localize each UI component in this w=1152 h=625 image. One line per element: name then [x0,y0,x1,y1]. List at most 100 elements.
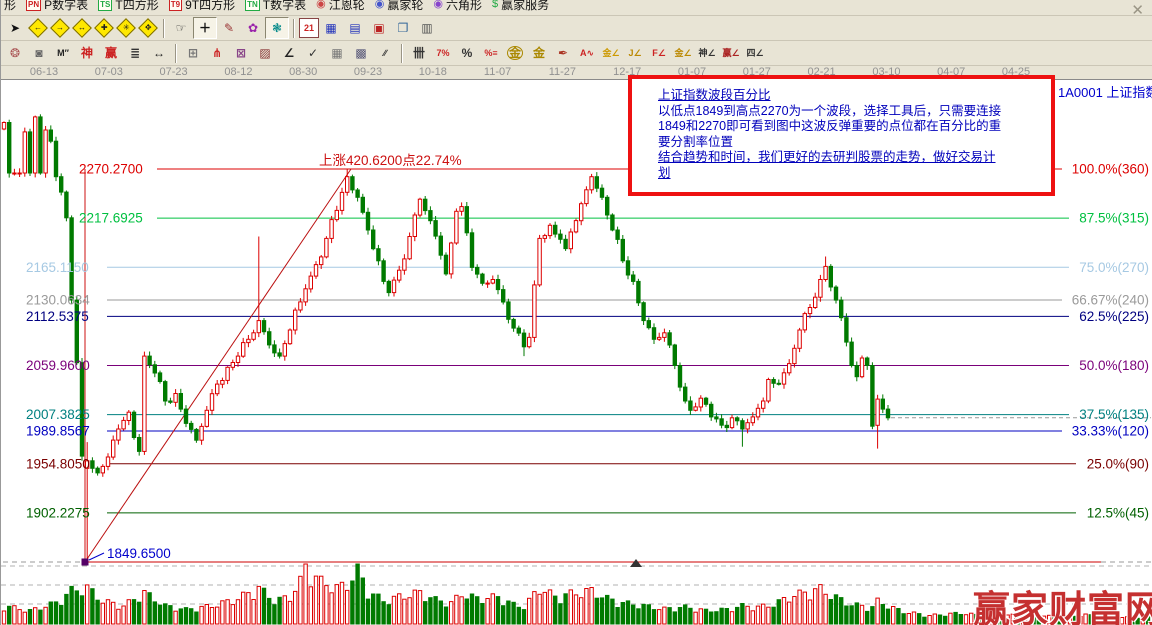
date-label: 11-07 [484,66,511,78]
app-window: 形PNP数字表TST四方形T99T四方形TNT数字表◉江恩轮◉赢家轮◉六角形$赢… [0,0,1152,625]
svg-text:2007.3825: 2007.3825 [26,407,90,422]
menu-gann-wheel-label: 江恩轮 [329,0,365,13]
percent-tool[interactable]: % [455,42,479,64]
toolbar-separator [163,19,165,38]
menu-hexagon[interactable]: ◉六角形 [433,0,482,13]
pointer-tool[interactable]: ➤ [3,17,27,39]
toolbar-row-2: ➤←→↔✚✳✥ ☞＋✎✿❃ 21▦▤▣❐▥ [1,16,1152,40]
gold-circle-tool[interactable]: 金 [503,42,527,64]
svg-text:2165.1150: 2165.1150 [26,260,89,275]
menu-p-digital-table[interactable]: PNP数字表 [26,0,88,13]
menu-winner-wheel-label: 赢家轮 [387,0,423,13]
diamond-left-tool[interactable]: ← [28,18,48,38]
angle-gold-tool[interactable]: 金∠ [671,42,695,64]
annotation-box[interactable]: 上证指数波段百分比 以低点1849到高点2270为一个波段，选择工具后，只需要连… [628,75,1055,196]
crosshair-tool[interactable]: ＋ [193,17,217,39]
menu-winner-service-label: 赢家服务 [501,0,549,13]
grid-arrow-tool[interactable]: ▩ [349,42,373,64]
svg-text:2217.6925: 2217.6925 [79,211,143,226]
close-icon[interactable]: ✕ [1131,3,1144,18]
diamond-star-tool[interactable]: ✳ [116,18,136,38]
gold-lines-tool[interactable]: 金 [527,42,551,64]
svg-text:100.0%(360): 100.0%(360) [1072,162,1149,177]
menu-p-digital-table-icon: PN [26,0,41,11]
diamond-cross-tool[interactable]: ✚ [94,18,114,38]
hand-tool[interactable]: ☞ [169,17,193,39]
ruler-123-tool[interactable]: ≣ [123,42,147,64]
menu-p-digital-table-label: P数字表 [44,0,88,13]
menu-9t-square[interactable]: T99T四方形 [169,0,235,13]
svg-text:上涨420.6200点22.74%: 上涨420.6200点22.74% [319,153,462,168]
svg-text:66.67%(240): 66.67%(240) [1072,293,1149,308]
angle-f-tool[interactable]: F∠ [647,42,671,64]
diamond-move-tool[interactable]: ✥ [138,18,158,38]
menu-winner-wheel-icon: ◉ [375,0,385,10]
watermark: 赢家财富网 [973,579,1152,625]
m-quote-tool[interactable]: M″ [51,42,75,64]
menu-t-digital-table-icon: TN [245,0,260,11]
annotation-line: 上证指数波段百分比 [658,88,1045,104]
angle-shen-tool[interactable]: 神∠ [695,42,719,64]
angle-ying-tool[interactable]: 赢∠ [719,42,743,64]
gann-grid-box-tool[interactable]: ⊞ [181,42,205,64]
gann-web-tool[interactable]: ❂ [3,42,27,64]
svg-text:2130.0634: 2130.0634 [26,293,90,308]
ying-tool[interactable]: 赢 [99,42,123,64]
menu-t-square[interactable]: TST四方形 [98,0,159,13]
pattern-tool[interactable]: ❃ [265,17,289,39]
angle-j-tool[interactable]: J∠ [623,42,647,64]
date-label: 06-13 [30,66,58,78]
notes-tool[interactable]: ▤ [343,17,367,39]
shen-tool[interactable]: 神 [75,42,99,64]
menu-hexagon-label: 六角形 [446,0,482,13]
svg-text:25.0%(90): 25.0%(90) [1087,456,1149,471]
menu-t-square-label: T四方形 [115,0,158,13]
diamond-right-tool[interactable]: → [50,18,70,38]
menu-hexagon-icon: ◉ [433,0,443,10]
annotation-line: 要分割率位置 [658,135,1045,151]
menu-winner-service[interactable]: $赢家服务 [492,0,549,13]
calculator-tool[interactable]: ▦ [319,17,343,39]
svg-text:2270.2700: 2270.2700 [79,162,143,177]
date-label: 07-23 [160,66,188,78]
zigzag-tool[interactable]: ✓ [301,42,325,64]
calendar-tool[interactable]: 21 [299,18,319,38]
date-label: 11-27 [549,66,576,78]
menu-winner-wheel[interactable]: ◉赢家轮 [375,0,424,13]
svg-text:1954.8050: 1954.8050 [26,456,90,471]
menu-gann-wheel[interactable]: ◉江恩轮 [316,0,365,13]
svg-text:1989.8567: 1989.8567 [26,424,90,439]
menu-t-digital-table[interactable]: TNT数字表 [245,0,306,13]
date-label: 09-23 [354,66,382,78]
parallel-lines-tool[interactable]: ∕∕ [373,42,397,64]
pen-tool[interactable]: ✎ [217,17,241,39]
wave-a-tool[interactable]: A∿ [575,42,599,64]
export-tool[interactable]: ❐ [391,17,415,39]
svg-text:62.5%(225): 62.5%(225) [1079,309,1149,324]
save-tool[interactable]: ▣ [367,17,391,39]
angle-si-tool[interactable]: 四∠ [743,42,767,64]
width-measure-tool[interactable]: ↔ [147,42,171,64]
percent-lines-tool[interactable]: %≡ [479,42,503,64]
svg-text:2112.5375: 2112.5375 [26,309,89,324]
fan-filled-box-tool[interactable]: ▨ [253,42,277,64]
brush-tool[interactable]: ✒ [551,42,575,64]
diamond-horizontal-tool[interactable]: ↔ [72,18,92,38]
annotation-line: 划 [658,166,1045,182]
angle-line-tool[interactable]: ∠ [277,42,301,64]
date-label: 08-30 [289,66,317,78]
gann-fan-tool[interactable]: ⋔ [205,42,229,64]
svg-text:33.33%(120): 33.33%(120) [1072,424,1149,439]
annotation-line: 结合趋势和时间，我们更好的去研判股票的走势，做好交易计 [658,150,1045,166]
fan-box-tool[interactable]: ⊠ [229,42,253,64]
stamp-tool[interactable]: ✿ [241,17,265,39]
fib-percent-tool[interactable]: 7% [431,42,455,64]
print-tool[interactable]: ▥ [415,17,439,39]
gold-angle-tool[interactable]: 金∠ [599,42,623,64]
grid-tool[interactable]: ▦ [325,42,349,64]
menu-t-square-icon: TS [98,0,112,11]
scale-ticks-tool[interactable]: 卌 [407,42,431,64]
svg-text:37.5%(135): 37.5%(135) [1079,407,1149,422]
gann-box-target-tool[interactable]: ◙ [27,42,51,64]
menu-t-digital-table-label: T数字表 [263,0,306,13]
